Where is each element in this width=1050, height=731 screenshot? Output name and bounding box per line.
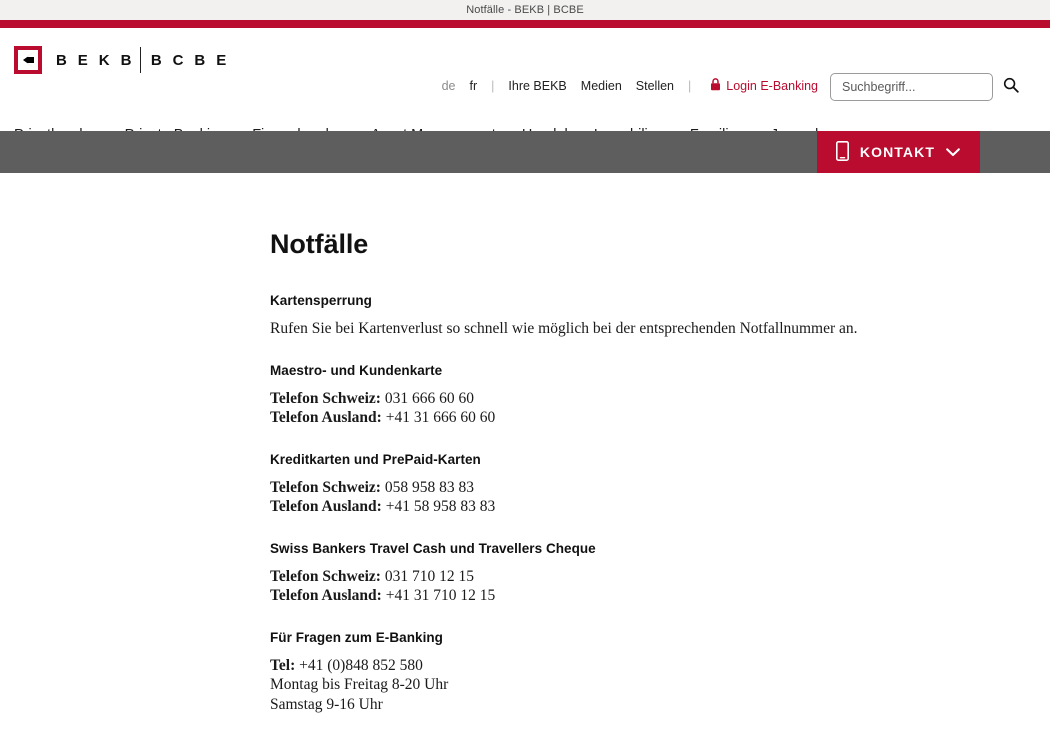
contact-label: Telefon Ausland: xyxy=(270,587,382,604)
kontakt-button-label: KONTAKT xyxy=(859,144,935,160)
search-icon[interactable] xyxy=(1003,77,1019,98)
lock-icon xyxy=(710,78,721,94)
contact-line-schweiz: Telefon Schweiz: 031 710 12 15 xyxy=(270,567,1050,587)
section-title-ebanking-fragen: Für Fragen zum E-Banking xyxy=(270,629,443,645)
meta-navigation: de fr | Ihre BEKB Medien Stellen | Login… xyxy=(435,78,825,94)
section-kreditkarten-prepaid: Kreditkarten und PrePaid-Karten Telefon … xyxy=(270,452,1050,517)
contact-line-ausland: Telefon Ausland: +41 58 958 83 83 xyxy=(270,497,1050,517)
chevron-down-icon xyxy=(946,145,960,160)
meta-link-ihre-bekb[interactable]: Ihre BEKB xyxy=(508,79,566,93)
meta-separator-2: | xyxy=(688,79,692,93)
browser-title-bar: Notfälle - BEKB | BCBE xyxy=(0,0,1050,20)
meta-separator-1: | xyxy=(491,79,495,93)
opening-hours-weekday: Montag bis Freitag 8-20 Uhr xyxy=(270,676,449,693)
section-title-kreditkarten-prepaid: Kreditkarten und PrePaid-Karten xyxy=(270,451,481,467)
section-kartensperrung: Kartensperrung Rufen Sie bei Kartenverlu… xyxy=(270,293,1050,339)
contact-label: Telefon Ausland: xyxy=(270,498,382,515)
logo-text-bcbe: B C B E xyxy=(150,51,230,69)
contact-line-ausland: Telefon Ausland: +41 31 666 60 60 xyxy=(270,408,1050,428)
contact-value: 031 710 12 15 xyxy=(384,567,474,585)
mobile-phone-icon xyxy=(835,140,849,164)
section-title-kartensperrung: Kartensperrung xyxy=(270,293,372,308)
section-maestro-kundenkarte: Maestro- und Kundenkarte Telefon Schweiz… xyxy=(270,363,1050,428)
search-box[interactable] xyxy=(830,73,1019,101)
logo-wordmark: B E K B B C B E xyxy=(56,47,230,73)
contact-label: Telefon Schweiz: xyxy=(270,567,381,585)
contact-line-ausland: Telefon Ausland: +41 31 710 12 15 xyxy=(270,586,1050,606)
contact-label: Telefon Schweiz: xyxy=(270,478,381,496)
brand-accent-bar xyxy=(0,20,1050,28)
login-ebanking-link[interactable]: Login E-Banking xyxy=(710,78,818,94)
lang-link-fr[interactable]: fr xyxy=(470,79,478,93)
lang-link-de[interactable]: de xyxy=(442,79,456,93)
contact-label: Tel: xyxy=(270,656,296,674)
logo-divider xyxy=(139,47,141,73)
login-ebanking-label: Login E-Banking xyxy=(726,79,818,93)
kontakt-button[interactable]: KONTAKT xyxy=(816,131,980,173)
section-paragraph-kartensperrung: Rufen Sie bei Kartenverlust so schnell w… xyxy=(270,320,858,337)
contact-label: Telefon Ausland: xyxy=(270,409,382,426)
contact-value: 058 958 83 83 xyxy=(384,478,474,496)
section-swiss-bankers: Swiss Bankers Travel Cash und Travellers… xyxy=(270,541,1050,606)
contact-value: +41 31 710 12 15 xyxy=(385,587,496,604)
meta-link-medien[interactable]: Medien xyxy=(581,79,622,93)
section-ebanking-fragen: Für Fragen zum E-Banking Tel: +41 (0)848… xyxy=(270,630,1050,715)
contact-value: +41 31 666 60 60 xyxy=(385,409,496,426)
opening-hours-saturday: Samstag 9-16 Uhr xyxy=(270,695,383,713)
bekb-chevron-mark-icon xyxy=(14,46,42,74)
site-logo[interactable]: B E K B B C B E xyxy=(14,46,230,74)
contact-line-schweiz: Telefon Schweiz: 031 666 60 60 xyxy=(270,389,1050,409)
contact-label: Telefon Schweiz: xyxy=(270,389,381,407)
meta-link-stellen[interactable]: Stellen xyxy=(636,79,674,93)
site-header: B E K B B C B E de fr | Ihre BEKB Medien… xyxy=(0,28,1050,143)
sub-header-bar: KONTAKT xyxy=(0,131,1050,173)
main-content: Notfälle Kartensperrung Rufen Sie bei Ka… xyxy=(0,173,1050,714)
document-title: Notfälle - BEKB | BCBE xyxy=(466,3,584,16)
logo-text-bekb: B E K B xyxy=(56,51,135,69)
contact-line-tel: Tel: +41 (0)848 852 580 xyxy=(270,656,1050,676)
contact-value: 031 666 60 60 xyxy=(384,389,474,407)
contact-value: +41 58 958 83 83 xyxy=(385,498,496,515)
contact-line-schweiz: Telefon Schweiz: 058 958 83 83 xyxy=(270,478,1050,498)
search-input[interactable] xyxy=(842,80,1003,94)
section-title-maestro-kundenkarte: Maestro- und Kundenkarte xyxy=(270,362,443,378)
page-title: Notfälle xyxy=(270,229,369,259)
contact-value: +41 (0)848 852 580 xyxy=(299,656,423,674)
section-title-swiss-bankers: Swiss Bankers Travel Cash und Travellers… xyxy=(270,540,596,556)
